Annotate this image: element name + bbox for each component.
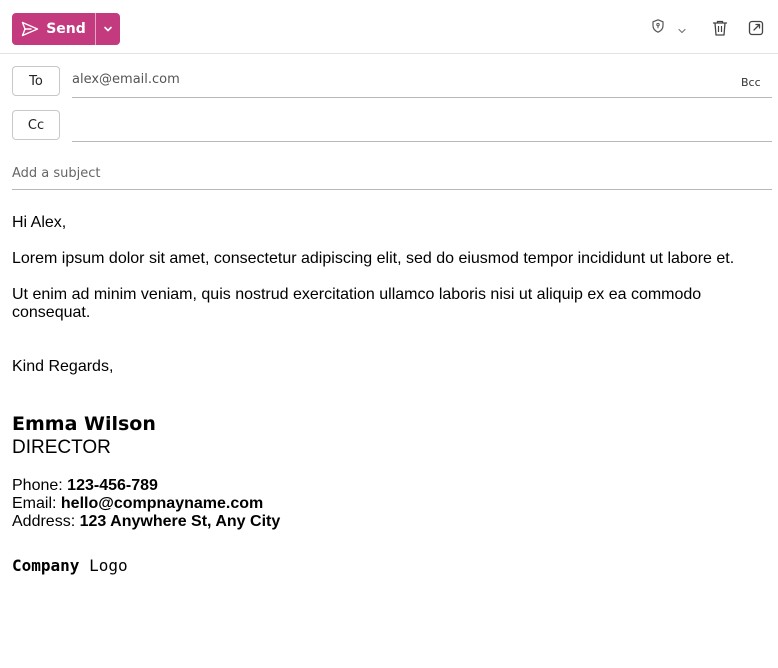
signature-address: Address: 123 Anywhere St, Any City [12,513,280,531]
logo-regular-text: Logo [89,556,128,575]
send-button-group: Send [12,13,120,45]
to-button[interactable]: To [12,66,60,96]
signature-title: DIRECTOR [12,437,111,458]
phone-label: Phone: [12,477,63,494]
bcc-button[interactable]: Bcc [741,76,761,89]
to-input[interactable]: alex@email.com [72,72,180,87]
cc-underline [72,141,772,142]
send-button[interactable]: Send [12,13,95,45]
subject-underline [12,189,772,190]
email-value: hello@compnayname.com [60,495,264,512]
email-label: Email: [12,495,57,512]
address-label: Address: [12,513,76,530]
chevron-down-icon[interactable] [677,22,687,40]
popout-icon[interactable] [747,19,765,42]
compose-toolbar: Send [0,0,778,54]
chevron-down-icon [103,25,113,33]
trash-icon[interactable] [711,19,729,42]
body-paragraph-1[interactable]: Lorem ipsum dolor sit amet, consectetur … [12,250,752,268]
address-value: 123 Anywhere St, Any City [79,513,281,530]
company-logo: Company Logo [12,556,128,575]
cc-input[interactable] [72,112,772,138]
signature-phone: Phone: 123-456-789 [12,477,158,495]
logo-bold-text: Company [12,556,80,575]
phone-value: 123-456-789 [67,477,158,494]
to-underline [72,97,772,98]
body-closing[interactable]: Kind Regards, [12,358,752,376]
send-label: Send [46,21,86,37]
cc-button[interactable]: Cc [12,110,60,140]
send-icon [21,21,39,37]
send-options-dropdown[interactable] [96,13,120,45]
body-paragraph-2[interactable]: Ut enim ad minim veniam, quis nostrud ex… [12,286,752,322]
signature-email: Email: hello@compnayname.com [12,495,263,513]
signature-name: Emma Wilson [12,413,156,435]
subject-input[interactable]: Add a subject [12,166,101,181]
shield-icon[interactable] [650,18,666,39]
body-greeting[interactable]: Hi Alex, [12,214,752,232]
